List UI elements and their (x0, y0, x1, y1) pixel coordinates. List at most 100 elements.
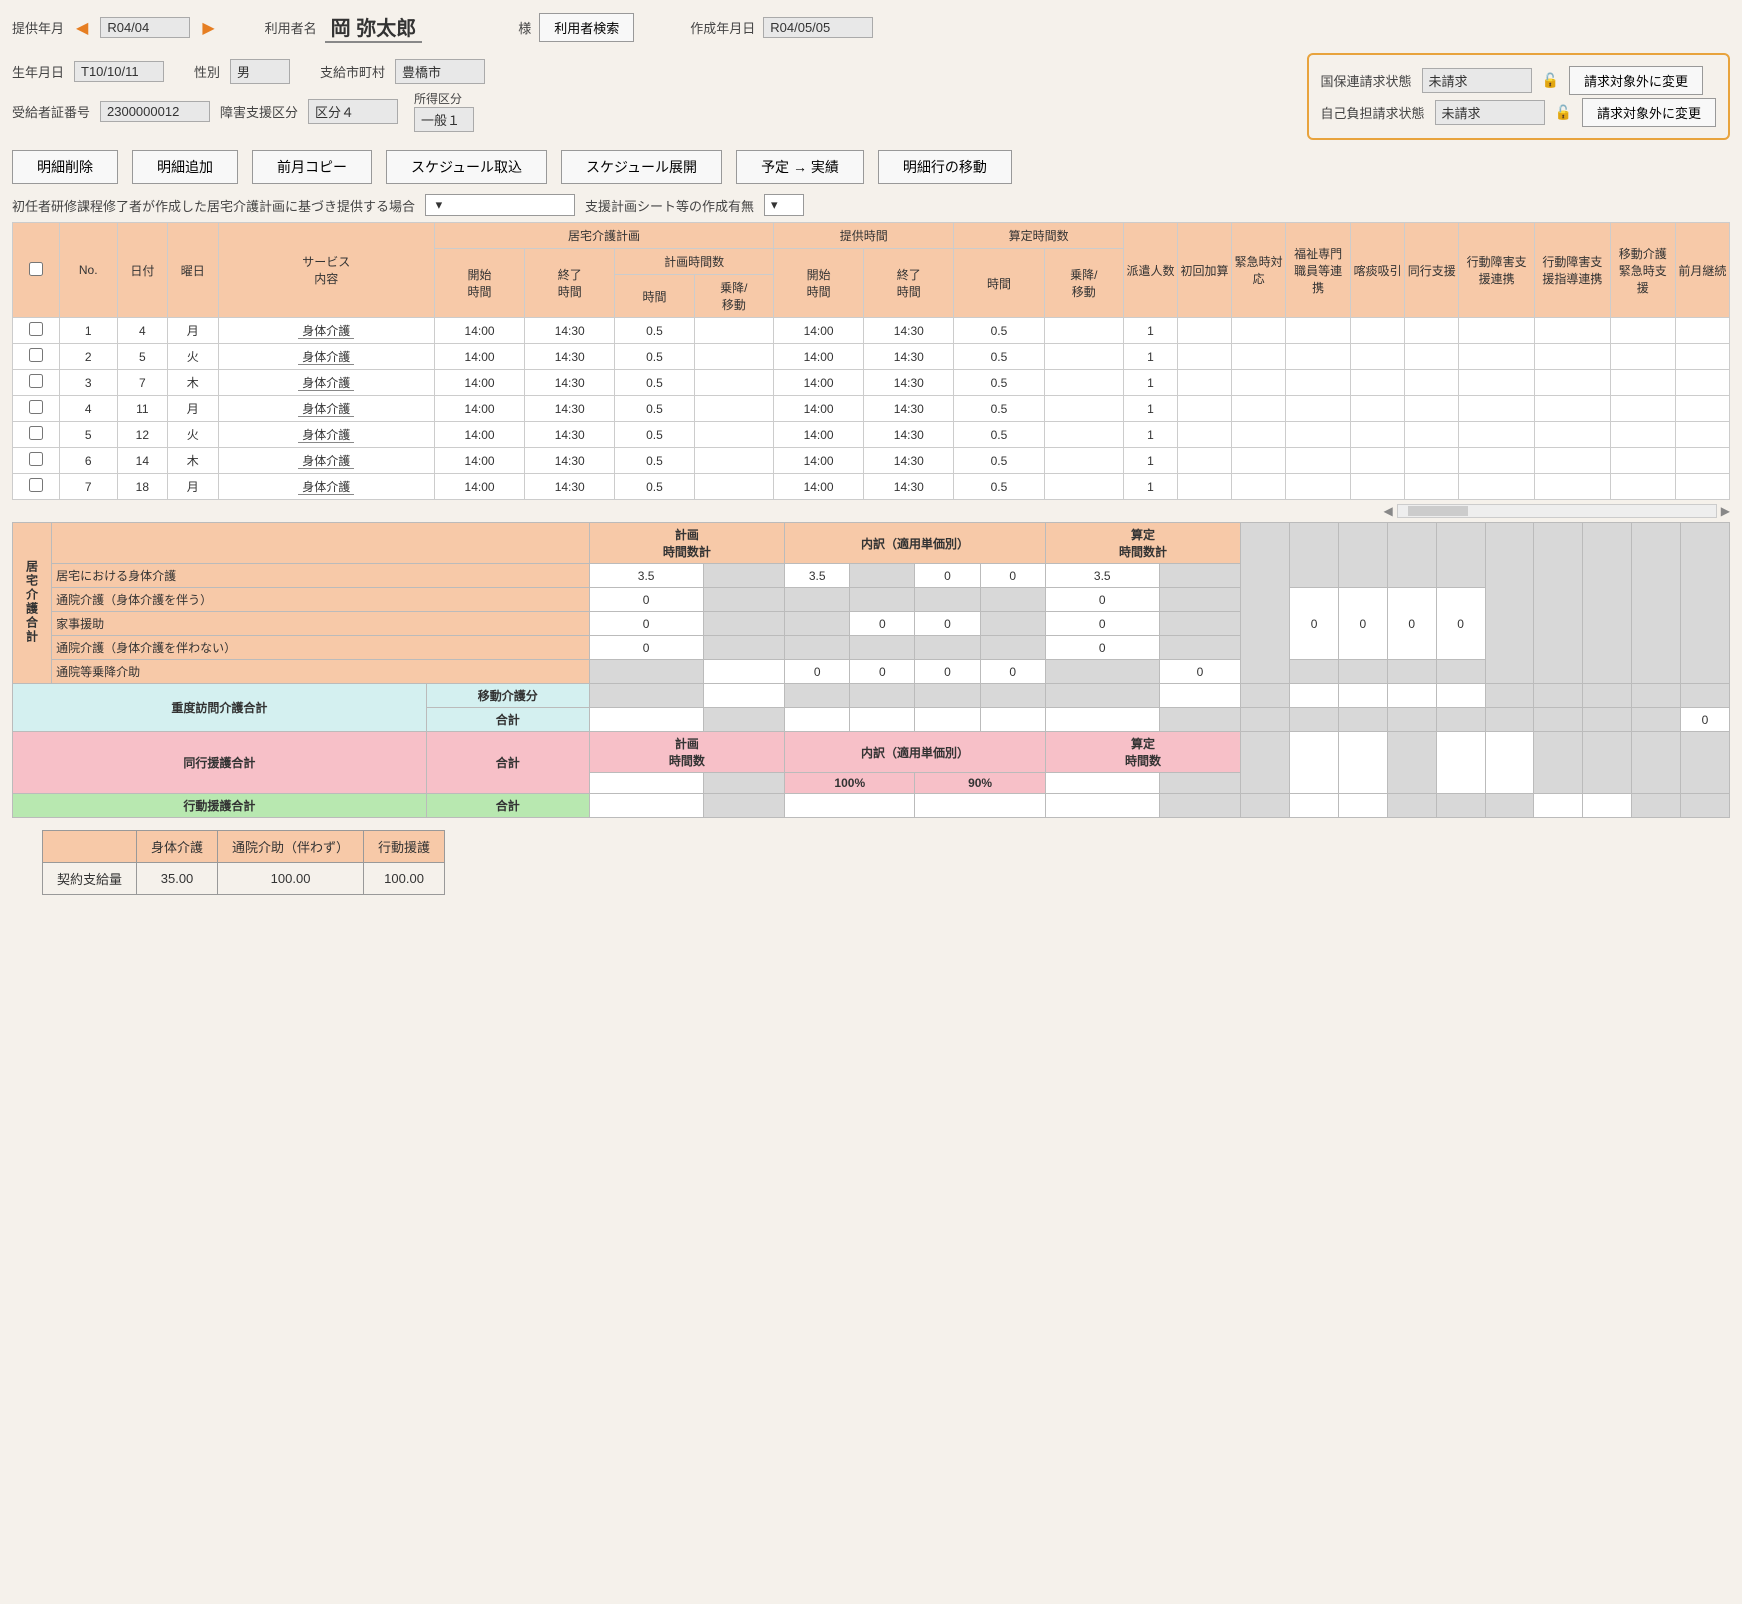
level-field: 区分４ (308, 99, 398, 124)
plan-sheet-select[interactable]: ▾ (764, 194, 804, 216)
service-link[interactable]: 身体介護 (298, 480, 354, 495)
prev-copy-button[interactable]: 前月コピー (252, 150, 372, 184)
table-row: 614木身体介護14:0014:300.514:0014:300.51 (13, 448, 1730, 474)
service-link[interactable]: 身体介護 (298, 428, 354, 443)
col-prev: 前月継続 (1675, 223, 1729, 318)
recip-field: 2300000012 (100, 101, 210, 122)
recip-label: 受給者証番号 (12, 102, 90, 121)
sex-field: 男 (230, 59, 290, 84)
birth-label: 生年月日 (12, 62, 64, 81)
kokuho-field: 未請求 (1422, 68, 1532, 93)
schedule-expand-button[interactable]: スケジュール展開 (561, 150, 722, 184)
service-link[interactable]: 身体介護 (298, 376, 354, 391)
contract-v1: 35.00 (137, 863, 218, 895)
row-checkbox[interactable] (29, 348, 43, 362)
row-checkbox[interactable] (29, 374, 43, 388)
col-plan-start: 開始 時間 (434, 249, 524, 318)
user-search-button[interactable]: 利用者検索 (539, 13, 634, 42)
totals-table: 居宅介護合計 計画 時間数計 内訳（適用単価別） 算定 時間数計 居宅における身… (12, 522, 1730, 818)
judo-label: 重度訪問介護合計 (13, 684, 427, 732)
col-calc-hrs: 時間 (954, 249, 1044, 318)
r2-label: 通院介護（身体介護を伴う） (52, 588, 590, 612)
col-calc-group: 算定時間数 (954, 223, 1124, 249)
calc-hrs-total-hdr: 算定 時間数計 (1045, 523, 1240, 564)
contract-h3: 行動援護 (364, 831, 445, 863)
move-rows-button[interactable]: 明細行の移動 (878, 150, 1012, 184)
table-row: 718月身体介護14:0014:300.514:0014:300.51 (13, 474, 1730, 500)
r5-label: 通院等乗降介助 (52, 660, 590, 684)
col-prov-group: 提供時間 (774, 223, 954, 249)
r1-label: 居宅における身体介護 (52, 564, 590, 588)
service-link[interactable]: 身体介護 (298, 402, 354, 417)
scroll-right-icon[interactable]: ▶ (1721, 504, 1730, 518)
select-all-checkbox[interactable] (29, 262, 43, 276)
provide-ym-field[interactable]: R04/04 (100, 17, 190, 38)
contract-v2: 100.00 (218, 863, 364, 895)
trainee-select[interactable]: ▾ (425, 194, 575, 216)
col-hrs: 時間 (615, 275, 694, 318)
contract-row-label: 契約支給量 (43, 863, 137, 895)
home-care-total-label: 居宅介護合計 (24, 560, 41, 644)
col-dispatch: 派遣人数 (1123, 223, 1177, 318)
col-ride: 乗降/ 移動 (694, 275, 773, 318)
billing-status-box: 国保連請求状態 未請求 🔓 請求対象外に変更 自己負担請求状態 未請求 🔓 請求… (1307, 53, 1730, 140)
doko-label: 同行援護合計 (13, 732, 427, 794)
prev-month-icon[interactable]: ◀ (72, 18, 92, 38)
plan-sheet-label: 支援計画シート等の作成有無 (585, 196, 754, 215)
service-link[interactable]: 身体介護 (298, 350, 354, 365)
plan-to-actual-button[interactable]: 予定 → 実績 (736, 150, 864, 184)
contract-h2: 通院介助（伴わず） (218, 831, 364, 863)
table-row: 37木身体介護14:0014:300.514:0014:300.51 (13, 370, 1730, 396)
jiko-exclude-button[interactable]: 請求対象外に変更 (1582, 98, 1716, 127)
next-month-icon[interactable]: ▶ (198, 18, 218, 38)
provide-ym-label: 提供年月 (12, 18, 64, 37)
col-plan-group: 居宅介護計画 (434, 223, 773, 249)
unlock-icon[interactable]: 🔓 (1542, 72, 1559, 89)
user-name-value: 岡 弥太郎 (325, 12, 423, 43)
user-name-label: 利用者名 (265, 18, 317, 37)
col-welfare: 福祉専門職員等連携 (1286, 223, 1351, 318)
row-checkbox[interactable] (29, 452, 43, 466)
col-service: サービス 内容 (218, 223, 434, 318)
col-calc-ride: 乗降/ 移動 (1044, 249, 1123, 318)
judo-total-label: 合計 (426, 708, 589, 732)
col-behav2: 行動障害支援指導連携 (1535, 223, 1611, 318)
detail-add-button[interactable]: 明細追加 (132, 150, 238, 184)
detail-delete-button[interactable]: 明細削除 (12, 150, 118, 184)
kodo-label: 行動援護合計 (13, 794, 427, 818)
r4-label: 通院介護（身体介護を伴わない） (52, 636, 590, 660)
row-checkbox[interactable] (29, 426, 43, 440)
table-row: 512火身体介護14:0014:300.514:0014:300.51 (13, 422, 1730, 448)
unlock-icon[interactable]: 🔓 (1555, 104, 1572, 121)
service-link[interactable]: 身体介護 (298, 454, 354, 469)
horizontal-scrollbar[interactable]: ◀ ▶ (12, 504, 1730, 518)
col-date: 日付 (117, 223, 167, 318)
create-date-field[interactable]: R04/05/05 (763, 17, 873, 38)
jiko-label: 自己負担請求状態 (1321, 103, 1425, 122)
plan-hrs-total-hdr: 計画 時間数計 (589, 523, 784, 564)
table-row: 25火身体介護14:0014:300.514:0014:300.51 (13, 344, 1730, 370)
schedule-import-button[interactable]: スケジュール取込 (386, 150, 547, 184)
city-label: 支給市町村 (320, 62, 385, 81)
contract-table: 身体介護 通院介助（伴わず） 行動援護 契約支給量 35.00 100.00 1… (42, 830, 445, 895)
col-no: No. (59, 223, 117, 318)
col-emerg: 緊急時対応 (1232, 223, 1286, 318)
kokuho-exclude-button[interactable]: 請求対象外に変更 (1569, 66, 1703, 95)
kodo-total-label: 合計 (426, 794, 589, 818)
breakdown-hdr: 内訳（適用単価別） (785, 523, 1046, 564)
city-field: 豊橋市 (395, 59, 485, 84)
col-dow: 曜日 (168, 223, 218, 318)
contract-h1: 身体介護 (137, 831, 218, 863)
level-label: 障害支援区分 (220, 102, 298, 121)
create-date-label: 作成年月日 (690, 18, 755, 37)
service-link[interactable]: 身体介護 (298, 324, 354, 339)
scroll-left-icon[interactable]: ◀ (1384, 504, 1393, 518)
row-checkbox[interactable] (29, 400, 43, 414)
col-prov-end: 終了 時間 (864, 249, 954, 318)
row-checkbox[interactable] (29, 322, 43, 336)
r3-label: 家事援助 (52, 612, 590, 636)
contract-v3: 100.00 (364, 863, 445, 895)
col-first: 初回加算 (1178, 223, 1232, 318)
doko-total-label: 合計 (426, 732, 589, 794)
row-checkbox[interactable] (29, 478, 43, 492)
